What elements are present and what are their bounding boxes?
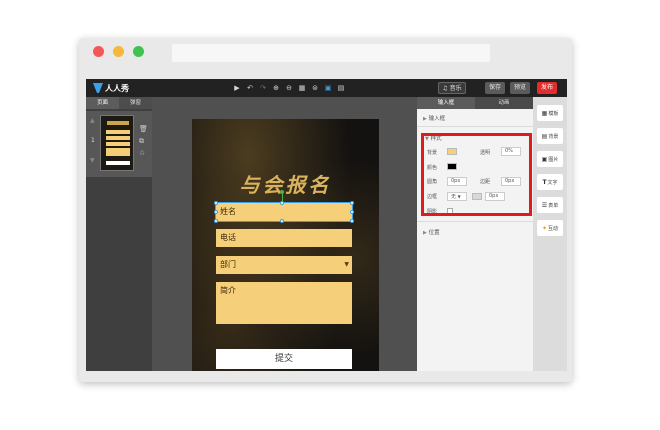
tab-animation[interactable]: 动画: [475, 97, 533, 109]
intro-textarea-label: 简介: [220, 286, 236, 295]
save-button[interactable]: 保存: [485, 82, 505, 94]
undo-icon[interactable]: ↶: [245, 79, 255, 97]
thumb-title: [107, 121, 129, 125]
star-page-icon[interactable]: ☆: [139, 149, 145, 157]
submit-button[interactable]: 提交: [216, 349, 352, 369]
thumb-field: [106, 142, 130, 146]
close-window-dot[interactable]: [93, 46, 104, 57]
page-thumbnail[interactable]: [100, 115, 134, 171]
top-toolbar: 人人秀 ▶ ↶ ↷ ⊕ ⊖ ▦ ⊜ ▣ ▤ ♫ 音乐 保存 预览 发布: [86, 79, 567, 97]
thumb-field: [106, 148, 130, 156]
page-number: 1: [91, 137, 95, 144]
zoom-in-icon[interactable]: ⊕: [271, 79, 281, 97]
properties-tabs: 输入框 动画: [417, 97, 533, 109]
page-title[interactable]: 与会报名: [192, 169, 379, 198]
chevron-right-icon: ▶: [423, 230, 427, 236]
play-icon[interactable]: ▶: [232, 79, 242, 97]
intro-textarea[interactable]: 简介: [216, 282, 352, 324]
page-canvas[interactable]: 与会报名 姓名 电话 部门 ▼ 简介 提交: [192, 119, 379, 371]
input-box-section[interactable]: ▶ 输入框: [423, 114, 445, 122]
move-up-icon[interactable]: ▲: [90, 117, 95, 124]
tab-pages[interactable]: 页面: [86, 97, 119, 109]
image-icon: ▣: [541, 155, 548, 163]
resize-handle-tr[interactable]: [350, 201, 354, 205]
phone-input-label: 电话: [220, 233, 236, 242]
name-input-label: 姓名: [220, 207, 236, 216]
text-button[interactable]: T 文字: [537, 174, 563, 190]
form-button[interactable]: ☰ 表单: [537, 197, 563, 213]
name-input[interactable]: 姓名: [215, 202, 353, 222]
editor-app: 人人秀 ▶ ↶ ↷ ⊕ ⊖ ▦ ⊜ ▣ ▤ ♫ 音乐 保存 预览 发布 页面 弹…: [86, 79, 567, 371]
divider: [417, 126, 533, 127]
resize-handle-br[interactable]: [350, 219, 354, 223]
chevron-right-icon: ▶: [423, 116, 427, 122]
background-icon: ▤: [541, 132, 548, 140]
department-select-label: 部门: [220, 260, 236, 269]
interaction-button[interactable]: ✦ 互动: [537, 220, 563, 236]
select-icon[interactable]: ▣: [323, 79, 333, 97]
pages-panel: 页面 弹窗 ▲ 1 ▼ 🗑 ⧉ ☆: [86, 97, 152, 371]
component-toolbar: ▦ 模板 ▤ 背景 ▣ 图片 T 文字 ☰ 表单 ✦ 互动: [533, 97, 567, 371]
publish-button[interactable]: 发布: [537, 82, 557, 94]
position-section[interactable]: ▶ 位置: [423, 228, 440, 236]
thumb-submit: [106, 161, 130, 165]
department-select[interactable]: 部门 ▼: [216, 256, 352, 274]
form-icon: ☰: [541, 201, 548, 209]
grid-icon[interactable]: ▦: [297, 79, 307, 97]
highlight-box: [421, 133, 532, 216]
resize-handle-bl[interactable]: [214, 219, 218, 223]
minimize-window-dot[interactable]: [113, 46, 124, 57]
redo-icon[interactable]: ↷: [258, 79, 268, 97]
chevron-down-icon: ▼: [344, 261, 349, 268]
image-button[interactable]: ▣ 图片: [537, 151, 563, 167]
interaction-icon: ✦: [541, 224, 547, 232]
resize-handle-r[interactable]: [350, 210, 354, 214]
template-icon: ▦: [541, 109, 548, 117]
background-button[interactable]: ▤ 背景: [537, 128, 563, 144]
move-down-icon[interactable]: ▼: [90, 157, 95, 164]
address-bar[interactable]: [172, 44, 490, 62]
phone-input[interactable]: 电话: [216, 229, 352, 247]
canvas-area: 与会报名 姓名 电话 部门 ▼ 简介 提交: [152, 97, 417, 371]
rotate-handle[interactable]: [280, 190, 284, 194]
thumb-field: [106, 136, 130, 140]
divider: [417, 221, 533, 222]
page-thumbnail-item[interactable]: ▲ 1 ▼ 🗑 ⧉ ☆: [86, 111, 152, 177]
resize-handle-b[interactable]: [280, 219, 284, 223]
zoom-out-icon[interactable]: ⊖: [284, 79, 294, 97]
preview-button[interactable]: 预览: [510, 82, 530, 94]
thumb-field: [106, 130, 130, 134]
music-button[interactable]: ♫ 音乐: [438, 82, 466, 94]
resize-handle-t[interactable]: [280, 201, 284, 205]
tab-input-box[interactable]: 输入框: [417, 97, 475, 109]
delete-page-icon[interactable]: 🗑: [139, 125, 148, 133]
logo-icon: [93, 83, 103, 93]
copy-page-icon[interactable]: ⧉: [139, 137, 144, 146]
resize-handle-tl[interactable]: [214, 201, 218, 205]
logo-text: 人人秀: [105, 83, 129, 93]
align-icon[interactable]: ▤: [336, 79, 346, 97]
tab-popups[interactable]: 弹窗: [119, 97, 152, 109]
text-icon: T: [542, 178, 547, 186]
pages-tabs: 页面 弹窗: [86, 97, 152, 109]
layer-icon[interactable]: ⊜: [310, 79, 320, 97]
app-logo[interactable]: 人人秀: [93, 81, 129, 95]
maximize-window-dot[interactable]: [133, 46, 144, 57]
rotate-line: [282, 193, 283, 201]
resize-handle-l[interactable]: [214, 210, 218, 214]
template-button[interactable]: ▦ 模板: [537, 105, 563, 121]
